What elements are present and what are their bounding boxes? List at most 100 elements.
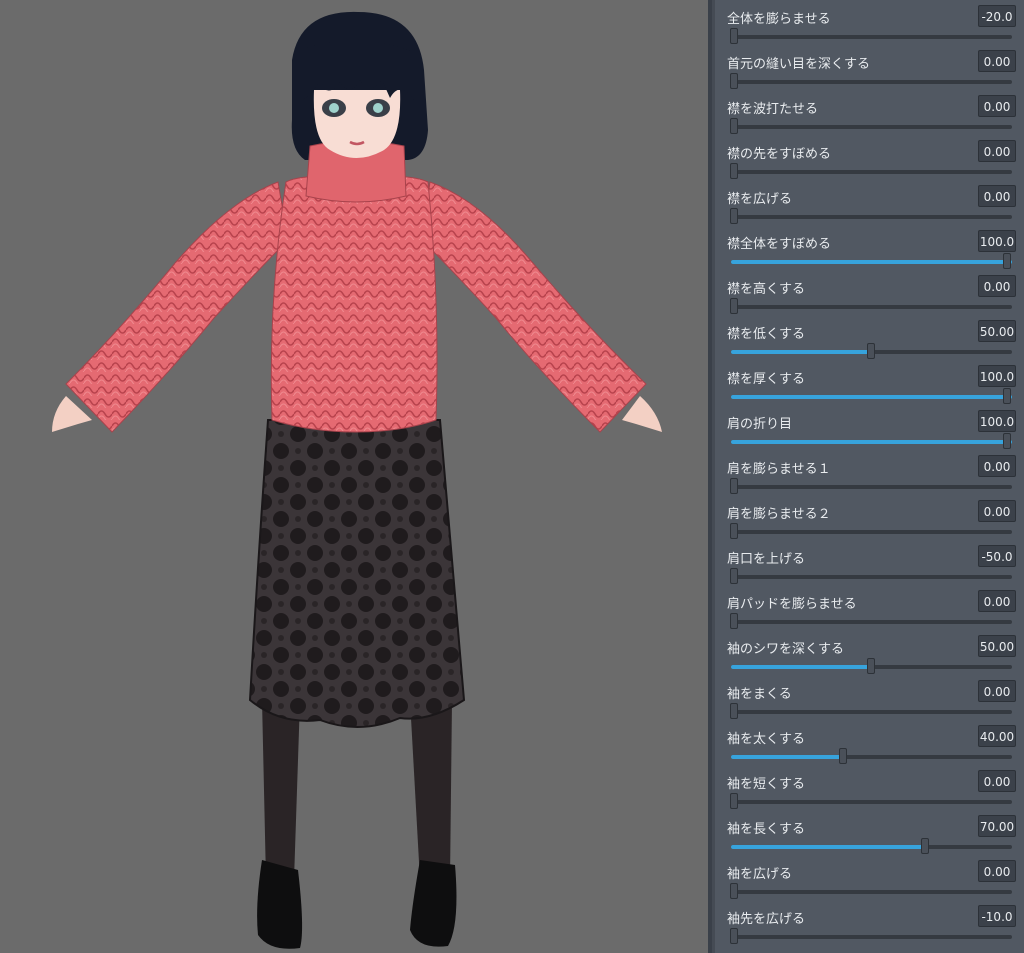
- slider-handle[interactable]: [730, 793, 738, 809]
- slider-label: 襟全体をすぼめる: [727, 237, 832, 252]
- slider-fill: [731, 665, 872, 669]
- slider-fill: [731, 845, 928, 849]
- slider-value-field[interactable]: 0.00: [978, 140, 1016, 162]
- slider-value-field[interactable]: 0.00: [978, 275, 1016, 297]
- slider-handle[interactable]: [730, 883, 738, 899]
- slider-value-field[interactable]: 100.0: [978, 230, 1016, 252]
- slider-label: 肩を膨らませる２: [727, 507, 831, 522]
- slider-value-field[interactable]: 40.00: [978, 725, 1016, 747]
- slider-fill: [731, 260, 1012, 264]
- slider-handle[interactable]: [730, 523, 738, 539]
- avatar-model: [52, 11, 662, 949]
- slider-label: 袖を広げる: [727, 867, 793, 882]
- slider-fill: [731, 395, 1012, 399]
- slider-handle[interactable]: [730, 613, 738, 629]
- slider-value-field[interactable]: -20.0: [978, 5, 1016, 27]
- slider-handle[interactable]: [921, 838, 930, 854]
- slider-label: 襟を厚くする: [727, 372, 806, 387]
- slider-value-field[interactable]: 0.00: [978, 185, 1016, 207]
- slider-label: 肩の折り目: [727, 417, 793, 432]
- slider-track[interactable]: [730, 928, 1012, 944]
- shape-key-panel: 全体を膨らませる -20.0 首元の縫い目を深くする 0.00 襟を波打たせる 0.00 襟…: [712, 0, 1024, 953]
- 3d-viewport[interactable]: [0, 0, 708, 953]
- slider-row: 襟を広げる 0.00: [712, 181, 1024, 226]
- slider-track[interactable]: [730, 28, 1012, 44]
- slider-track[interactable]: [730, 478, 1012, 494]
- slider-label: 襟を低くする: [727, 327, 806, 342]
- slider-value-field[interactable]: -50.0: [978, 545, 1016, 567]
- slider-handle[interactable]: [730, 568, 738, 584]
- slider-row: 袖を広げる 0.00: [712, 856, 1024, 901]
- slider-row: 肩の折り目 100.0: [712, 406, 1024, 451]
- slider-handle[interactable]: [730, 298, 738, 314]
- slider-track[interactable]: [730, 883, 1012, 899]
- slider-value-field[interactable]: 50.00: [978, 320, 1016, 342]
- slider-track[interactable]: [730, 73, 1012, 89]
- slider-track[interactable]: [730, 298, 1012, 314]
- slider-value-field[interactable]: 0.00: [978, 455, 1016, 477]
- slider-label: 肩パッドを膨らませる: [727, 597, 857, 612]
- slider-label: 首元の縫い目を深くする: [727, 57, 871, 72]
- slider-row: 全体を膨らませる -20.0: [712, 1, 1024, 46]
- slider-value-field[interactable]: 0.00: [978, 500, 1016, 522]
- slider-handle[interactable]: [730, 208, 738, 224]
- slider-row: 袖のシワを深くする 50.00: [712, 631, 1024, 676]
- slider-track[interactable]: [731, 388, 1012, 404]
- slider-row: 肩を膨らませる２ 0.00: [712, 496, 1024, 541]
- slider-track[interactable]: [730, 793, 1012, 809]
- slider-handle[interactable]: [730, 163, 738, 179]
- slider-value-field[interactable]: 0.00: [978, 860, 1016, 882]
- slider-label: 肩を膨らませる１: [727, 462, 831, 477]
- slider-track[interactable]: [731, 658, 1012, 674]
- slider-handle[interactable]: [730, 703, 738, 719]
- slider-handle[interactable]: [1003, 433, 1011, 449]
- slider-track[interactable]: [731, 343, 1012, 359]
- slider-value-field[interactable]: 0.00: [978, 50, 1016, 72]
- slider-handle[interactable]: [730, 118, 738, 134]
- slider-value-field[interactable]: 0.00: [978, 770, 1016, 792]
- slider-label: 袖を長くする: [727, 822, 806, 837]
- slider-track[interactable]: [730, 208, 1012, 224]
- slider-value-field[interactable]: 100.0: [978, 410, 1016, 432]
- slider-handle[interactable]: [866, 658, 875, 674]
- slider-value-field[interactable]: 70.00: [978, 815, 1016, 837]
- slider-value-field[interactable]: 100.0: [978, 365, 1016, 387]
- slider-track[interactable]: [731, 838, 1012, 854]
- slider-handle[interactable]: [730, 73, 738, 89]
- slider-value-field[interactable]: 50.00: [978, 635, 1016, 657]
- slider-handle[interactable]: [730, 928, 738, 944]
- slider-track[interactable]: [730, 613, 1012, 629]
- slider-track[interactable]: [731, 748, 1012, 764]
- slider-track[interactable]: [731, 253, 1012, 269]
- slider-fill: [731, 755, 844, 759]
- slider-value-field[interactable]: 0.00: [978, 95, 1016, 117]
- slider-row: 袖先を広げる -10.0: [712, 901, 1024, 946]
- slider-value-field[interactable]: -10.0: [978, 905, 1016, 927]
- slider-handle[interactable]: [866, 343, 875, 359]
- slider-row: 肩を膨らませる１ 0.00: [712, 451, 1024, 496]
- slider-track[interactable]: [731, 433, 1012, 449]
- slider-handle[interactable]: [730, 28, 738, 44]
- slider-row: 袖をまくる 0.00: [712, 676, 1024, 721]
- slider-label: 襟の先をすぼめる: [727, 147, 832, 162]
- slider-label: 襟を広げる: [727, 192, 793, 207]
- slider-track[interactable]: [730, 703, 1012, 719]
- slider-label: 袖を短くする: [727, 777, 806, 792]
- slider-label: 全体を膨らませる: [727, 12, 831, 27]
- slider-label: 襟を波打たせる: [727, 102, 819, 117]
- slider-value-field[interactable]: 0.00: [978, 590, 1016, 612]
- slider-handle[interactable]: [730, 478, 738, 494]
- slider-row: 襟を低くする 50.00: [712, 316, 1024, 361]
- slider-track[interactable]: [730, 523, 1012, 539]
- slider-value-field[interactable]: 0.00: [978, 680, 1016, 702]
- slider-track[interactable]: [730, 118, 1012, 134]
- slider-row: 肩口を上げる -50.0: [712, 541, 1024, 586]
- slider-label: 袖のシワを深くする: [727, 642, 845, 657]
- slider-row: 襟全体をすぼめる 100.0: [712, 226, 1024, 271]
- slider-handle[interactable]: [839, 748, 848, 764]
- slider-track[interactable]: [730, 163, 1012, 179]
- slider-handle[interactable]: [1003, 253, 1011, 269]
- slider-track[interactable]: [730, 568, 1012, 584]
- slider-handle[interactable]: [1003, 388, 1011, 404]
- slider-row: 襟を高くする 0.00: [712, 271, 1024, 316]
